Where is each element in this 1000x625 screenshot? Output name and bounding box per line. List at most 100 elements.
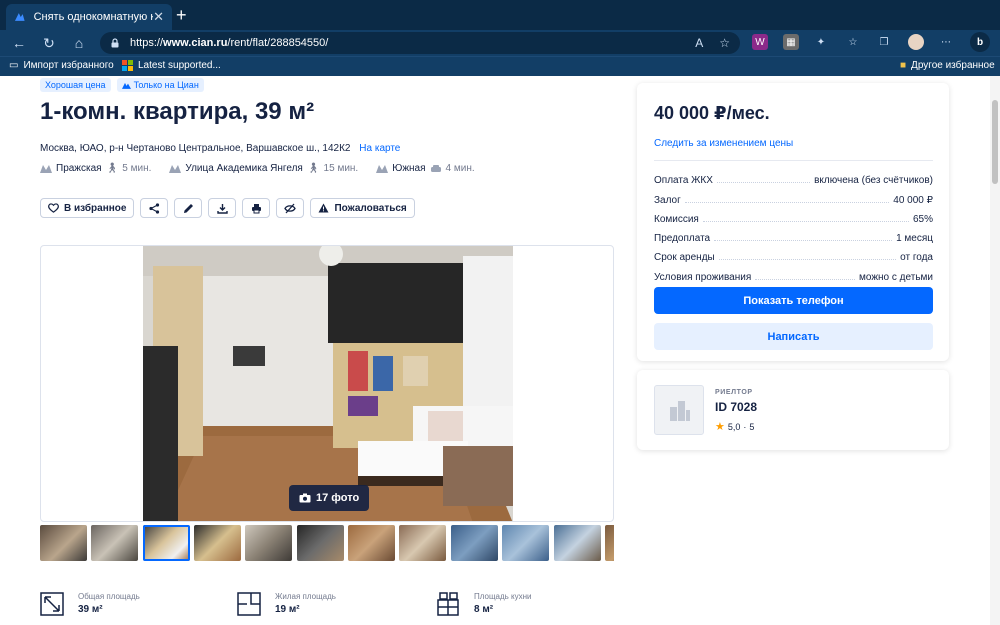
- bookmarks-bar: ▭ Импорт избранного Latest supported... …: [0, 56, 1000, 76]
- thumbnail[interactable]: [348, 525, 395, 561]
- walk-icon: 🚶︎: [105, 163, 119, 174]
- agent-card[interactable]: РИЕЛТОР ID 7028 ★ 5,0 · 5: [637, 370, 949, 450]
- living-area-icon: [237, 592, 261, 616]
- agent-id[interactable]: ID 7028: [715, 400, 757, 414]
- review-count: 5: [749, 421, 755, 432]
- metro-icon: [40, 165, 52, 173]
- favorite-star-icon[interactable]: ☆: [719, 36, 730, 50]
- listing-actions: В избранное Пожаловаться: [40, 198, 415, 218]
- address-bar[interactable]: https://www.cian.ru/rent/flat/288854550/…: [100, 32, 740, 54]
- building-icon: [670, 401, 690, 421]
- thumbnail[interactable]: [554, 525, 601, 561]
- cian-logo-icon: [14, 13, 25, 21]
- extension-w-icon[interactable]: W: [752, 34, 768, 50]
- close-tab-icon[interactable]: ✕: [153, 9, 164, 25]
- metro-station[interactable]: Улица Академика Янгеля: [185, 163, 302, 174]
- edit-note-button[interactable]: [174, 198, 203, 218]
- listing-badges: Хорошая цена Только на Циан: [40, 78, 204, 92]
- condition-row: Залог 40 000 ₽: [654, 194, 933, 206]
- show-phone-button[interactable]: Показать телефон: [654, 287, 933, 314]
- warning-icon: [318, 203, 329, 213]
- camera-icon: [299, 493, 311, 503]
- browser-tab[interactable]: Снять однокомнатную кварти ✕: [6, 4, 172, 30]
- star-icon: ★: [715, 421, 725, 433]
- new-tab-icon[interactable]: +: [176, 6, 187, 24]
- back-icon[interactable]: ←: [9, 33, 29, 53]
- tab-title: Снять однокомнатную кварти: [33, 11, 154, 23]
- agent-role: РИЕЛТОР: [715, 389, 753, 396]
- divider: [654, 160, 933, 161]
- thumbnail[interactable]: [194, 525, 241, 561]
- thumbnail[interactable]: [40, 525, 87, 561]
- metro-time: 5 мин.: [122, 163, 152, 174]
- eye-off-icon: [284, 203, 297, 213]
- menu-dots-icon[interactable]: ⋯: [938, 34, 954, 50]
- download-button[interactable]: [208, 198, 237, 218]
- extensions-icon[interactable]: ✦: [813, 34, 829, 50]
- thumbnail[interactable]: [605, 525, 614, 561]
- bing-icon[interactable]: b: [970, 32, 990, 52]
- print-button[interactable]: [242, 198, 271, 218]
- metro-time: 4 мин.: [445, 163, 475, 174]
- bookmark-import[interactable]: ▭ Импорт избранного: [9, 60, 114, 71]
- photo-gallery[interactable]: 17 фото: [40, 245, 614, 522]
- track-price-link[interactable]: Следить за изменением цены: [654, 138, 793, 149]
- walk-icon: 🚶︎: [306, 163, 320, 174]
- only-cian-badge: Только на Циан: [116, 78, 204, 92]
- kitchen-icon: [437, 592, 459, 616]
- price: 40 000 ₽/мес.: [654, 103, 770, 123]
- home-icon[interactable]: ⌂: [69, 33, 89, 53]
- condition-row: Оплата ЖКХ включена (без счётчиков): [654, 175, 933, 187]
- feature-total-area: Общая площадь 39 м²: [40, 592, 230, 616]
- listing-address: Москва, ЮАО, р-н Чертаново Центральное, …: [40, 143, 401, 154]
- pencil-icon: [183, 203, 193, 213]
- collections-icon[interactable]: ❐: [876, 34, 892, 50]
- feature-living-area: Жилая площадь 19 м²: [237, 592, 427, 616]
- thumbnail[interactable]: [399, 525, 446, 561]
- browser-tabbar: Снять однокомнатную кварти ✕ +: [0, 0, 1000, 30]
- import-icon: ▭: [9, 60, 19, 71]
- reload-icon[interactable]: ↻: [39, 33, 59, 53]
- share-button[interactable]: [140, 198, 169, 218]
- favorites-icon[interactable]: ☆: [845, 34, 861, 50]
- condition-row: Комиссия 65%: [654, 213, 933, 225]
- metro-icon: [376, 165, 389, 173]
- write-message-button[interactable]: Написать: [654, 323, 933, 350]
- condition-row: Условия проживания можно с детьми: [654, 271, 933, 283]
- scrollbar-thumb[interactable]: [992, 100, 998, 184]
- metro-station[interactable]: Южная: [392, 163, 425, 174]
- thumbnail[interactable]: [451, 525, 498, 561]
- metro-time: 15 мин.: [323, 163, 359, 174]
- extension-grid-icon[interactable]: ▦: [783, 34, 799, 50]
- photo-count-button[interactable]: 17 фото: [289, 485, 370, 511]
- thumbnail[interactable]: [143, 525, 190, 561]
- map-link[interactable]: На карте: [359, 143, 400, 154]
- metro-station[interactable]: Пражская: [56, 163, 102, 174]
- metro-icon: [169, 165, 182, 173]
- favorite-button[interactable]: В избранное: [40, 198, 135, 218]
- read-aloud-icon[interactable]: A: [695, 36, 703, 50]
- condition-row: Срок аренды от года: [654, 252, 933, 264]
- bookmark-other[interactable]: ■ Другое избранное: [900, 60, 995, 71]
- hide-button[interactable]: [276, 198, 305, 218]
- main-photo[interactable]: [143, 246, 513, 522]
- thumbnail[interactable]: [91, 525, 138, 561]
- heart-icon: [48, 203, 59, 213]
- printer-icon: [251, 203, 261, 213]
- browser-navbar: ← ↻ ⌂ https://www.cian.ru/rent/flat/2888…: [0, 30, 1000, 56]
- thumbnail[interactable]: [297, 525, 344, 561]
- thumbnail[interactable]: [502, 525, 549, 561]
- page-title: 1-комн. квартира, 39 м²: [40, 98, 315, 125]
- metro-stations: Пражская 🚶︎ 5 мин. Улица Академика Янгел…: [40, 163, 489, 174]
- agent-rating: ★ 5,0 · 5: [715, 421, 755, 433]
- report-button[interactable]: Пожаловаться: [310, 198, 415, 218]
- profile-avatar[interactable]: [908, 34, 924, 50]
- thumbnail[interactable]: [245, 525, 292, 561]
- bookmark-latest[interactable]: Latest supported...: [122, 60, 221, 71]
- total-area-icon: [40, 592, 64, 616]
- lock-icon: [111, 38, 119, 48]
- page-content: Хорошая цена Только на Циан 1-комн. квар…: [0, 76, 990, 625]
- car-icon: [430, 164, 441, 172]
- agent-avatar[interactable]: [654, 385, 704, 435]
- windows-icon: [122, 60, 133, 71]
